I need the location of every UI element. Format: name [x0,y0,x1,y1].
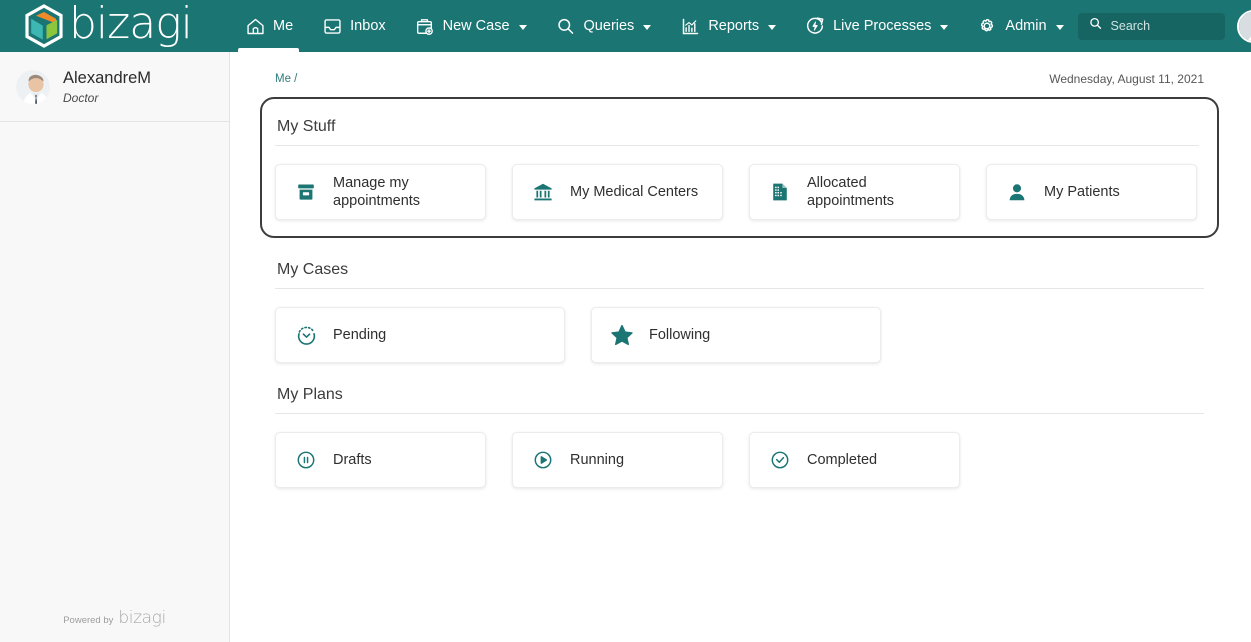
left-sidebar: AlexandreM Doctor Powered by bizagi [0,52,230,642]
nav-label-queries: Queries [583,18,635,34]
chevron-down-icon [768,24,777,30]
header-avatar[interactable] [1236,9,1251,43]
sidebar-user-role: Doctor [63,90,99,105]
powered-by-logo: bizagi [118,608,166,628]
sidebar-profile[interactable]: AlexandreM Doctor [0,52,229,122]
sidebar-profile-text: AlexandreM Doctor [63,69,151,105]
tile-label: Following [649,326,711,343]
tile-my-patients[interactable]: My Patients [986,164,1197,220]
tile-manage-my-appointments[interactable]: Manage my appointments [275,164,486,220]
check-circle-icon [768,448,792,472]
tile-label: Manage my appointments [333,174,421,209]
star-filled-icon [610,323,634,347]
nav-label-reports: Reports [708,18,760,34]
nav-item-reports[interactable]: Reports [665,0,790,52]
search-input[interactable] [1110,19,1215,33]
bank-building-icon [531,180,555,204]
search-icon [1088,16,1103,36]
tile-allocated-appointments[interactable]: Allocated appointments [749,164,960,220]
nav-item-me[interactable]: Me [230,0,307,52]
tile-running[interactable]: Running [512,432,723,488]
chevron-down-icon [643,24,652,30]
chevron-down-icon [1055,24,1064,30]
nav-label-inbox: Inbox [350,18,386,34]
section-my-plans: My Plans Drafts Running Completed [275,377,1204,488]
section-divider [275,413,1204,414]
tile-group-my-cases: Pending Following [275,307,1204,363]
chevron-down-icon [940,24,949,30]
breadcrumb[interactable]: Me / [275,73,297,85]
top-header-bar: bizagi Me Inbox New Case Queries Reports… [0,0,1251,52]
sidebar-empty-area [0,122,229,608]
document-report-icon [768,180,792,204]
nav-label-live-processes: Live Processes [833,18,932,34]
header-right-cluster [1077,9,1251,43]
tile-completed[interactable]: Completed [749,432,960,488]
section-title-my-stuff: My Stuff [277,118,336,135]
section-my-cases: My Cases Pending Following [275,252,1204,363]
current-date: Wednesday, August 11, 2021 [1049,72,1204,86]
archive-box-icon [294,180,318,204]
inbox-tray-icon [321,15,343,37]
nav-label-me: Me [273,18,294,34]
bizagi-hexagon-logo [22,3,66,49]
nav-item-inbox[interactable]: Inbox [307,0,399,52]
tile-label: Allocated appointments [807,174,895,209]
tile-following[interactable]: Following [591,307,881,363]
tile-label: My Medical Centers [570,183,699,200]
tile-my-medical-centers[interactable]: My Medical Centers [512,164,723,220]
page-body: AlexandreM Doctor Powered by bizagi Me /… [0,52,1251,642]
nav-item-queries[interactable]: Queries [541,0,666,52]
nav-item-admin[interactable]: Admin [962,0,1077,52]
tile-group-my-stuff: Manage my appointments My Medical Center… [275,164,1199,220]
gear-icon [976,15,998,37]
bizagi-work-portal: bizagi Me Inbox New Case Queries Reports… [0,0,1251,642]
tile-group-my-plans: Drafts Running Completed [275,432,1204,488]
main-content: Me / Wednesday, August 11, 2021 My Stuff [230,52,1251,642]
section-my-stuff: My Stuff Manage my appointments My Medic… [260,97,1219,238]
pause-circle-icon [294,448,318,472]
home-icon [244,15,266,37]
powered-by-label: Powered by [63,614,114,626]
brand-logo[interactable]: bizagi [0,0,230,49]
sidebar-user-name: AlexandreM [63,69,152,87]
tile-label: Pending [333,326,387,343]
bar-chart-icon [679,15,701,37]
section-divider [275,145,1199,146]
nav-item-new-case[interactable]: New Case [400,0,541,52]
powered-by-footer: Powered by bizagi [0,608,229,642]
tile-label: Drafts [333,451,372,468]
live-process-icon [804,15,826,37]
nav-item-live-processes[interactable]: Live Processes [790,0,962,52]
tile-drafts[interactable]: Drafts [275,432,486,488]
tile-label: Completed [807,451,878,468]
main-navigation: Me Inbox New Case Queries Reports Live P… [230,0,1078,52]
chevron-down-icon [518,24,527,30]
user-person-icon [1005,180,1029,204]
global-search[interactable] [1077,12,1225,40]
content-topbar: Me / Wednesday, August 11, 2021 [275,63,1204,95]
section-title-my-cases: My Cases [277,261,349,278]
play-circle-icon [531,448,555,472]
brand-logo-text: bizagi [69,0,193,49]
avatar [16,69,50,104]
section-divider [275,288,1204,289]
pending-clock-icon [294,323,318,347]
tile-pending[interactable]: Pending [275,307,565,363]
tile-label: My Patients [1044,183,1120,200]
briefcase-plus-icon [414,15,436,37]
tile-label: Running [570,451,625,468]
nav-label-new-case: New Case [442,18,510,34]
search-icon [555,15,577,37]
nav-label-admin: Admin [1005,18,1047,34]
section-title-my-plans: My Plans [277,386,343,403]
